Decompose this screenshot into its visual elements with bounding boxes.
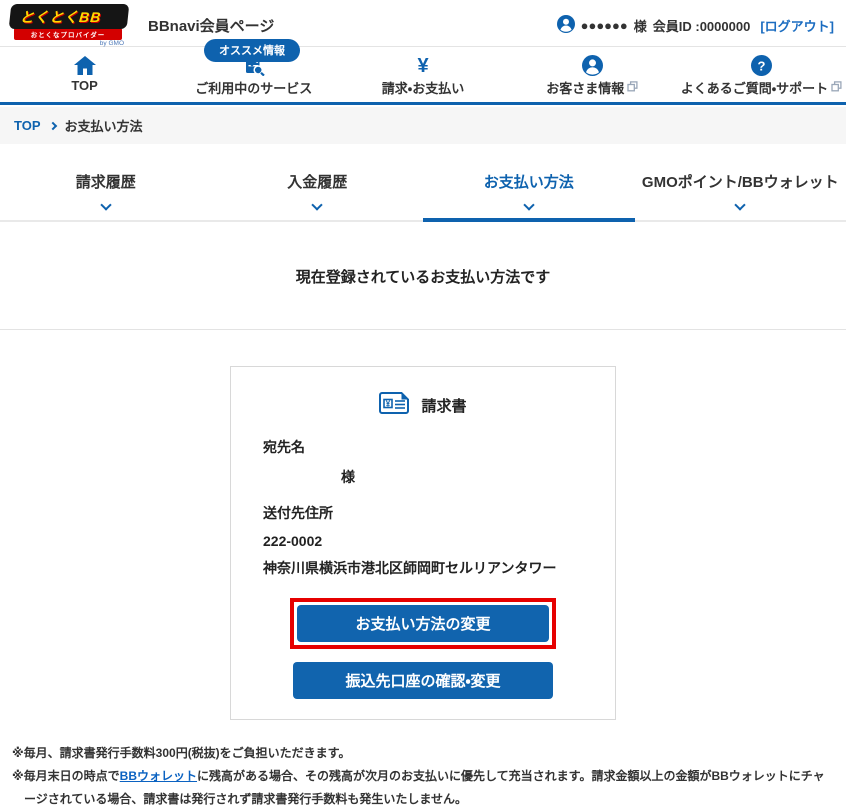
tab-gmo-point-bb-wallet[interactable]: GMOポイント/BBウォレット bbox=[635, 158, 846, 220]
section-heading: 現在登録されているお支払い方法です bbox=[0, 266, 846, 287]
nav-label-customer-info: お客さま情報 bbox=[546, 78, 624, 97]
bb-wallet-link[interactable]: BBウォレット bbox=[120, 769, 197, 783]
tab-label: GMOポイント/BBウォレット bbox=[642, 174, 839, 191]
nav-item-faq-support[interactable]: ? よくあるご質問・サポート bbox=[677, 54, 846, 97]
section-divider bbox=[0, 329, 846, 330]
breadcrumb: TOP お支払い方法 bbox=[0, 107, 846, 144]
breadcrumb-top-link[interactable]: TOP bbox=[14, 118, 41, 133]
chevron-right-icon bbox=[48, 122, 56, 130]
tab-label: お支払い方法 bbox=[484, 174, 574, 191]
question-icon: ? bbox=[751, 54, 772, 76]
chevron-down-icon bbox=[523, 199, 534, 210]
home-icon bbox=[73, 54, 97, 76]
recipient-label: 宛先名 bbox=[263, 437, 583, 457]
user-masked-name: ●●●●●● bbox=[581, 18, 628, 33]
logo-main-text: とくとくBB bbox=[9, 4, 130, 29]
chevron-down-icon bbox=[735, 199, 746, 210]
nav-item-top[interactable]: TOP bbox=[0, 54, 169, 97]
yen-icon: ¥ bbox=[417, 54, 428, 76]
person-icon bbox=[582, 54, 603, 76]
address-line: 神奈川県横浜市港北区師岡町セルリアンタワー bbox=[263, 558, 583, 578]
tab-deposit-history[interactable]: 入金履歴 bbox=[212, 158, 424, 220]
logo-byline: by GMO bbox=[10, 40, 124, 47]
bank-account-button[interactable]: 振込先口座の確認・変更 bbox=[293, 662, 553, 699]
nav-label-top: TOP bbox=[71, 78, 98, 93]
tab-billing-history[interactable]: 請求履歴 bbox=[0, 158, 212, 220]
highlight-box: お支払い方法の変更 bbox=[290, 598, 556, 649]
logout-link[interactable]: [ログアウト] bbox=[760, 16, 834, 35]
invoice-icon: ¥ bbox=[379, 391, 411, 419]
user-honorific: 様 bbox=[634, 16, 647, 35]
tab-label: 入金履歴 bbox=[287, 174, 347, 191]
external-link-icon bbox=[627, 79, 638, 97]
note-2: ※毎月末日の時点でBBウォレットに残高がある場合、その残高が次月のお支払いに優先… bbox=[12, 765, 834, 810]
address-label: 送付先住所 bbox=[263, 503, 583, 523]
member-id: 会員ID :0000000 bbox=[653, 16, 751, 35]
page-header: とくとくBB おとくなプロバイダー by GMO BBnavi会員ページ ●●●… bbox=[0, 0, 846, 46]
nav-item-customer-info[interactable]: お客さま情報 bbox=[508, 54, 677, 97]
user-avatar-icon bbox=[557, 15, 575, 36]
svg-text:?: ? bbox=[757, 59, 765, 74]
breadcrumb-current: お支払い方法 bbox=[65, 116, 143, 135]
global-nav: TOP ご利用中のサービス ¥ 請求・お支払い bbox=[0, 46, 846, 105]
chevron-down-icon bbox=[312, 199, 323, 210]
recommended-info-badge[interactable]: オススメ情報 bbox=[204, 39, 300, 62]
svg-text:¥: ¥ bbox=[386, 399, 391, 408]
footer-notes: ※毎月、請求書発行手数料300円(税抜)をご負担いただきます。 ※毎月末日の時点… bbox=[12, 742, 834, 810]
nav-label-billing: 請求・お支払い bbox=[382, 78, 464, 97]
payment-method-name: 請求書 bbox=[421, 395, 466, 416]
user-info: ●●●●●● 様 会員ID :0000000 [ログアウト] bbox=[557, 15, 834, 36]
nav-label-services: ご利用中のサービス bbox=[195, 78, 312, 97]
tokutoku-bb-logo[interactable]: とくとくBB おとくなプロバイダー by GMO bbox=[10, 4, 128, 47]
external-link-icon bbox=[831, 79, 842, 97]
change-payment-method-button[interactable]: お支払い方法の変更 bbox=[297, 605, 549, 642]
bank-button-wrap: 振込先口座の確認・変更 bbox=[293, 662, 553, 699]
payment-tabs: 請求履歴 入金履歴 お支払い方法 GMOポイント/BBウォレット bbox=[0, 158, 846, 222]
logo-sub-text: おとくなプロバイダー bbox=[14, 28, 122, 40]
tab-payment-method[interactable]: お支払い方法 bbox=[423, 158, 635, 220]
chevron-down-icon bbox=[100, 199, 111, 210]
payment-method-row: ¥ 請求書 bbox=[263, 391, 583, 419]
tab-label: 請求履歴 bbox=[76, 174, 136, 191]
note-1: ※毎月、請求書発行手数料300円(税抜)をご負担いただきます。 bbox=[12, 742, 834, 765]
note-2-prefix: ※毎月末日の時点で bbox=[12, 769, 120, 783]
payment-method-card: ¥ 請求書 宛先名 様 送付先住所 222-0002 神奈川県横浜市港北区師岡町… bbox=[230, 366, 616, 720]
postal-code: 222-0002 bbox=[263, 533, 583, 549]
page-title: BBnavi会員ページ bbox=[148, 15, 274, 36]
nav-item-billing[interactable]: ¥ 請求・お支払い bbox=[338, 54, 507, 97]
recipient-value: 様 bbox=[263, 467, 583, 487]
nav-label-faq-support: よくあるご質問・サポート bbox=[681, 78, 828, 97]
